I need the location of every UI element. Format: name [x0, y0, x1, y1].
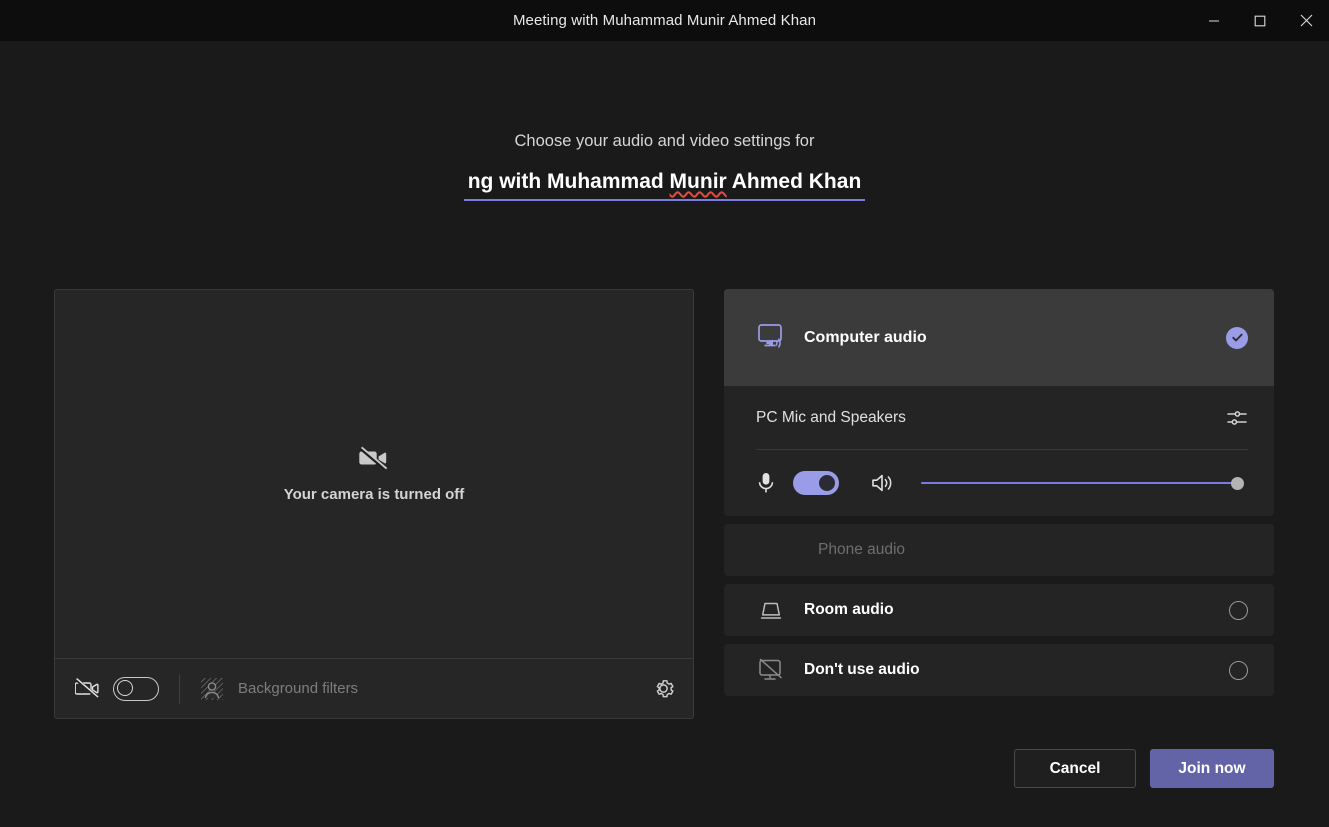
computer-audio-card: Computer audio PC Mic and Speakers	[724, 289, 1274, 516]
window-title: Meeting with Muhammad Munir Ahmed Khan	[512, 12, 817, 29]
audio-option-computer-audio[interactable]: Computer audio	[724, 289, 1274, 386]
meeting-title-after: Ahmed Khan	[726, 170, 862, 193]
camera-off-message: Your camera is turned off	[283, 485, 465, 503]
heading-area: Choose your audio and video settings for…	[0, 41, 1329, 201]
action-buttons: Cancel Join now	[1014, 749, 1274, 788]
maximize-button[interactable]	[1237, 0, 1283, 41]
prejoin-screen: Choose your audio and video settings for…	[0, 41, 1329, 827]
sliders-icon[interactable]	[1226, 407, 1248, 429]
room-audio-radio[interactable]	[1229, 600, 1248, 620]
volume-slider-track	[921, 482, 1242, 484]
toolbar-divider	[179, 673, 180, 704]
microphone-toggle[interactable]	[793, 471, 839, 495]
microphone-icon	[756, 471, 776, 495]
audio-option-label: Phone audio	[818, 541, 906, 558]
audio-option-label: Room audio	[804, 601, 894, 618]
audio-option-room-audio[interactable]: Room audio	[724, 584, 1274, 636]
audio-device-row: PC Mic and Speakers	[756, 386, 1248, 450]
cancel-button[interactable]: Cancel	[1014, 749, 1136, 788]
close-icon	[1300, 14, 1313, 27]
video-preview-panel: Your camera is turned off Background fil…	[54, 289, 694, 719]
audio-option-label: Don't use audio	[804, 661, 920, 678]
camera-toggle-knob	[117, 680, 133, 696]
background-filters-label[interactable]: Background filters	[238, 680, 358, 697]
meeting-title-text: ng with Muhammad Munir Ahmed Khan	[468, 170, 862, 194]
minimize-button[interactable]	[1191, 0, 1237, 41]
gear-icon[interactable]	[652, 677, 675, 700]
window-controls	[1191, 0, 1329, 41]
audio-options-column: Computer audio PC Mic and Speakers Phone…	[724, 289, 1274, 719]
video-toolbar: Background filters	[55, 658, 693, 718]
page-subheading: Choose your audio and video settings for	[514, 132, 815, 150]
no-audio-icon	[756, 657, 804, 683]
microphone-toggle-knob	[819, 475, 835, 491]
video-off-icon	[75, 678, 99, 699]
video-preview-stage: Your camera is turned off	[55, 290, 693, 658]
audio-option-dont-use-audio[interactable]: Don't use audio	[724, 644, 1274, 696]
audio-device-block: PC Mic and Speakers	[724, 386, 1274, 516]
checkmark-icon	[1231, 331, 1244, 344]
room-speaker-icon	[756, 597, 804, 623]
speaker-icon	[870, 471, 896, 495]
volume-slider[interactable]	[921, 473, 1244, 493]
volume-slider-knob[interactable]	[1231, 476, 1244, 490]
window-titlebar: Meeting with Muhammad Munir Ahmed Khan	[0, 0, 1329, 41]
video-off-icon	[359, 446, 389, 472]
audio-option-phone-audio: Phone audio	[724, 524, 1274, 576]
dont-use-audio-radio[interactable]	[1229, 660, 1248, 680]
audio-option-label: Computer audio	[804, 328, 927, 346]
minimize-icon	[1208, 15, 1220, 27]
computer-audio-icon	[756, 322, 804, 354]
settings-columns: Your camera is turned off Background fil…	[54, 289, 1274, 719]
camera-toggle[interactable]	[113, 676, 159, 701]
maximize-icon	[1254, 15, 1266, 27]
meeting-title-misspelled-word: Munir	[669, 170, 727, 193]
meeting-title-field[interactable]: ng with Muhammad Munir Ahmed Khan	[463, 170, 866, 201]
meeting-title-before: ng with Muhammad	[467, 170, 670, 193]
audio-level-row	[756, 450, 1248, 516]
audio-device-name: PC Mic and Speakers	[756, 408, 906, 426]
join-now-button[interactable]: Join now	[1150, 749, 1274, 788]
computer-audio-selected-check[interactable]	[1226, 326, 1248, 349]
background-blur-icon	[200, 677, 224, 701]
close-button[interactable]	[1283, 0, 1329, 41]
